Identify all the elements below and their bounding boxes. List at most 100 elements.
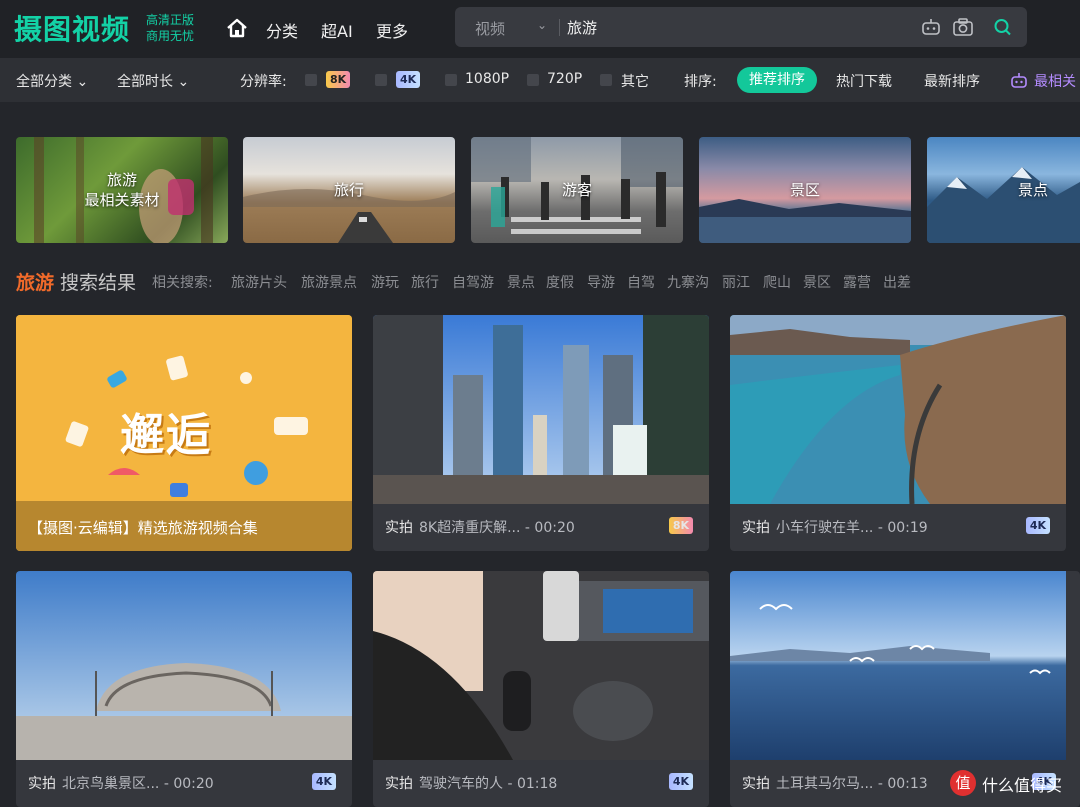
top-header: 摄图视频 高清正版 商用无忧 分类 超AI 更多 视频 ⌄ bbox=[0, 0, 1080, 58]
tile-title: 景区 bbox=[789, 181, 820, 199]
resolution-badge: 4K bbox=[1025, 517, 1050, 534]
category-tile-travel[interactable]: 旅游 最相关素材 bbox=[16, 137, 228, 243]
category-tile-attractions[interactable]: 景点 bbox=[927, 137, 1080, 243]
video-tag: 实拍 bbox=[742, 776, 770, 792]
video-title: 8K超清重庆解... bbox=[419, 520, 521, 536]
video-duration: - 00:20 bbox=[524, 520, 575, 536]
video-title: 北京鸟巢景区... bbox=[62, 776, 160, 792]
related-tag[interactable]: 景区 bbox=[803, 272, 831, 292]
category-tile-scenic-area[interactable]: 景区 bbox=[699, 137, 911, 243]
tile-label: 旅行 bbox=[243, 137, 455, 243]
related-tag[interactable]: 出差 bbox=[883, 272, 911, 292]
sort-newest[interactable]: 最新排序 bbox=[924, 71, 980, 91]
tile-label: 旅游 最相关素材 bbox=[16, 137, 228, 243]
tile-label: 游客 bbox=[471, 137, 683, 243]
logo-tagline: 高清正版 商用无忧 bbox=[146, 12, 194, 44]
related-tag[interactable]: 自驾游 bbox=[452, 272, 494, 292]
video-card[interactable]: 实拍 北京鸟巢景区... - 00:20 4K bbox=[16, 571, 352, 807]
related-tag[interactable]: 九寨沟 bbox=[667, 272, 709, 292]
camera-icon[interactable] bbox=[952, 17, 974, 37]
tagline-line1: 高清正版 bbox=[146, 13, 195, 27]
search-input[interactable] bbox=[567, 15, 907, 39]
all-categories-dropdown[interactable]: 全部分类 ⌄ bbox=[16, 71, 88, 91]
video-duration: - 00:20 bbox=[163, 776, 214, 792]
search-box: 视频 ⌄ bbox=[455, 7, 1027, 47]
related-tag[interactable]: 景点 bbox=[507, 272, 535, 292]
search-type-select[interactable]: 视频 bbox=[475, 18, 505, 39]
resolution-1080p[interactable]: 1080P bbox=[465, 71, 509, 87]
sort-relevance[interactable]: 最相关 bbox=[1034, 71, 1076, 91]
category-tile-trip[interactable]: 旅行 bbox=[243, 137, 455, 243]
results-keyword: 旅游 bbox=[16, 272, 55, 294]
video-title: 驾驶汽车的人 bbox=[419, 776, 503, 792]
nav-more[interactable]: 更多 bbox=[376, 18, 408, 42]
resolution-720p[interactable]: 720P bbox=[547, 71, 582, 87]
car-driving-photo bbox=[373, 571, 709, 760]
tile-title: 游客 bbox=[561, 181, 592, 199]
checkbox-1080p[interactable] bbox=[445, 74, 457, 86]
ai-robot-icon[interactable] bbox=[920, 17, 942, 37]
video-title: 土耳其马尔马... bbox=[776, 776, 874, 792]
chevron-down-icon[interactable]: ⌄ bbox=[537, 18, 547, 32]
video-duration: - 00:19 bbox=[877, 520, 928, 536]
watermark-logo-icon: 值 bbox=[950, 770, 976, 796]
tile-title: 景点 bbox=[1017, 181, 1048, 199]
badge-8k[interactable]: 8K bbox=[326, 71, 351, 88]
tagline-line2: 商用无忧 bbox=[146, 29, 195, 43]
tile-subtitle: 最相关素材 bbox=[84, 191, 160, 209]
nav-category[interactable]: 分类 bbox=[266, 18, 298, 42]
tile-label: 景点 bbox=[927, 137, 1080, 243]
related-tag[interactable]: 导游 bbox=[587, 272, 615, 292]
tile-title: 旅游 bbox=[106, 171, 137, 189]
related-search-label: 相关搜索: bbox=[152, 275, 213, 291]
related-tag[interactable]: 爬山 bbox=[763, 272, 791, 292]
sort-label: 排序: bbox=[684, 74, 717, 90]
video-card[interactable]: 实拍 8K超清重庆解... - 00:20 8K bbox=[373, 315, 709, 551]
video-card[interactable]: 实拍 小车行驶在羊... - 00:19 4K bbox=[730, 315, 1066, 551]
video-duration: - 01:18 bbox=[507, 776, 558, 792]
video-duration: - 00:13 bbox=[877, 776, 928, 792]
checkbox-4k[interactable] bbox=[375, 74, 387, 86]
checkbox-other[interactable] bbox=[600, 74, 612, 86]
related-tag[interactable]: 自驾 bbox=[627, 272, 655, 292]
resolution-other[interactable]: 其它 bbox=[621, 71, 649, 91]
related-tag[interactable]: 旅行 bbox=[411, 272, 439, 292]
all-categories-label: 全部分类 bbox=[16, 74, 72, 90]
nav-super-ai[interactable]: 超AI bbox=[321, 18, 353, 42]
home-icon[interactable] bbox=[226, 18, 248, 38]
resolution-badge: 4K bbox=[668, 773, 693, 790]
sort-popular[interactable]: 热门下载 bbox=[836, 71, 892, 91]
related-tag[interactable]: 旅游景点 bbox=[301, 272, 357, 292]
related-tag[interactable]: 露营 bbox=[843, 272, 871, 292]
video-meta: 实拍 8K超清重庆解... - 00:20 bbox=[385, 517, 575, 537]
robot-icon bbox=[1011, 73, 1027, 88]
checkbox-8k[interactable] bbox=[305, 74, 317, 86]
related-tag[interactable]: 度假 bbox=[546, 272, 574, 292]
badge-4k[interactable]: 4K bbox=[396, 71, 421, 88]
related-tag[interactable]: 丽江 bbox=[722, 272, 750, 292]
search-divider bbox=[559, 19, 560, 36]
video-meta: 实拍 北京鸟巢景区... - 00:20 bbox=[28, 773, 214, 793]
chongqing-city-photo bbox=[373, 315, 709, 504]
site-logo[interactable]: 摄图视频 bbox=[14, 8, 130, 48]
video-card-featured[interactable]: 邂逅 【摄图·云编辑】精选旅游视频合集 bbox=[16, 315, 352, 551]
related-tag[interactable]: 游玩 bbox=[371, 272, 399, 292]
tile-title: 旅行 bbox=[333, 181, 364, 199]
category-tile-tourists[interactable]: 游客 bbox=[471, 137, 683, 243]
sort-recommended[interactable]: 推荐排序 bbox=[737, 67, 817, 93]
watermark-text: 什么值得买 bbox=[982, 776, 1063, 795]
results-title: 搜索结果 bbox=[60, 272, 137, 294]
all-durations-dropdown[interactable]: 全部时长 ⌄ bbox=[117, 71, 189, 91]
lake-road-photo bbox=[730, 315, 1066, 504]
search-icon[interactable] bbox=[992, 17, 1014, 37]
resolution-badge: 4K bbox=[311, 773, 336, 790]
featured-title: 【摄图·云编辑】精选旅游视频合集 bbox=[28, 519, 258, 537]
resolution-badge: 8K bbox=[668, 517, 693, 534]
video-meta: 实拍 驾驶汽车的人 - 01:18 bbox=[385, 773, 557, 793]
birds-nest-photo bbox=[16, 571, 352, 760]
sea-gulls-photo bbox=[730, 571, 1066, 760]
video-title: 小车行驶在羊... bbox=[776, 520, 874, 536]
video-card[interactable]: 实拍 驾驶汽车的人 - 01:18 4K bbox=[373, 571, 709, 807]
related-tag[interactable]: 旅游片头 bbox=[231, 272, 287, 292]
checkbox-720p[interactable] bbox=[527, 74, 539, 86]
